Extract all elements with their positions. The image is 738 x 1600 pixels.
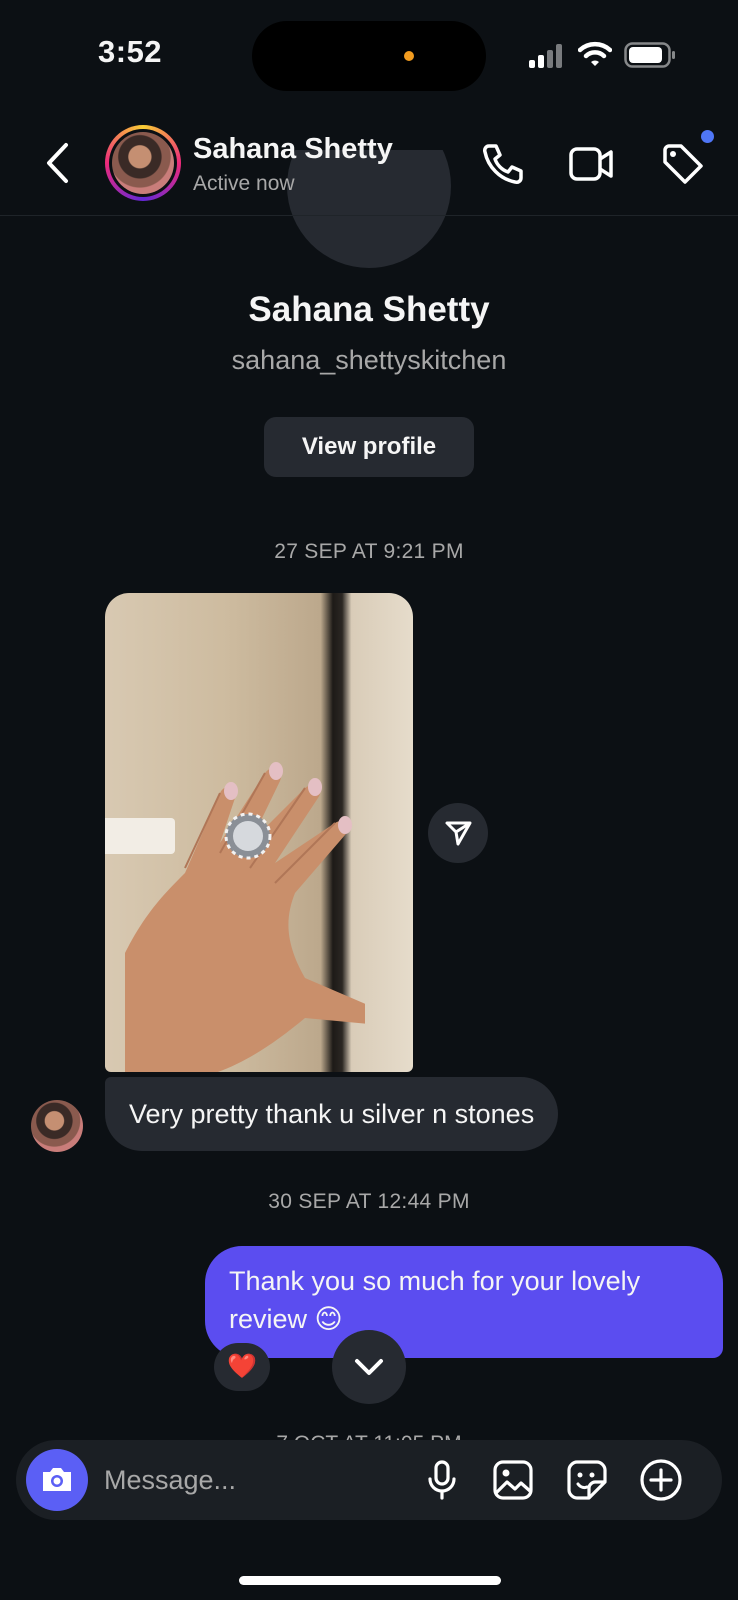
battery-icon	[624, 42, 676, 68]
camera-button[interactable]	[26, 1449, 88, 1511]
sender-avatar[interactable]	[31, 1100, 83, 1152]
header-active-status: Active now	[193, 172, 295, 195]
status-time: 3:52	[98, 34, 163, 69]
phone-icon[interactable]	[479, 140, 527, 188]
photo-message[interactable]	[105, 593, 413, 1072]
privacy-indicator-dot	[404, 51, 414, 61]
dynamic-island	[252, 21, 486, 91]
header-divider	[0, 215, 738, 216]
camera-icon	[43, 1468, 71, 1491]
sticker-icon[interactable]	[565, 1458, 609, 1502]
heart-reaction[interactable]: ❤️	[214, 1343, 270, 1391]
tag-icon[interactable]	[659, 140, 707, 188]
hand-with-ring-image	[125, 762, 365, 1072]
wifi-icon	[578, 40, 612, 68]
share-button[interactable]	[428, 803, 488, 863]
video-camera-icon[interactable]	[567, 140, 615, 188]
plus-icon[interactable]	[639, 1458, 683, 1502]
message-input[interactable]	[104, 1458, 404, 1502]
view-profile-button[interactable]: View profile	[264, 417, 474, 477]
gallery-icon[interactable]	[491, 1458, 535, 1502]
profile-avatar-large[interactable]	[287, 150, 451, 270]
cellular-signal-icon	[529, 44, 565, 68]
message-timestamp: 30 SEP AT 12:44 PM	[268, 1190, 470, 1213]
notification-dot	[701, 130, 714, 143]
profile-username: sahana_shettyskitchen	[231, 345, 507, 375]
header-avatar[interactable]	[105, 125, 181, 201]
back-arrow-icon[interactable]	[42, 140, 74, 186]
sent-message-bubble[interactable]: Thank you so much for your lovely review…	[205, 1246, 723, 1358]
header-contact-name[interactable]: Sahana Shetty	[193, 133, 393, 166]
home-indicator[interactable]	[239, 1576, 501, 1585]
scroll-to-bottom-button[interactable]	[332, 1330, 406, 1404]
message-timestamp: 27 SEP AT 9:21 PM	[274, 540, 464, 563]
received-message-bubble[interactable]: Very pretty thank u silver n stones	[105, 1077, 559, 1151]
profile-name: Sahana Shetty	[248, 290, 490, 329]
microphone-icon[interactable]	[420, 1458, 464, 1502]
